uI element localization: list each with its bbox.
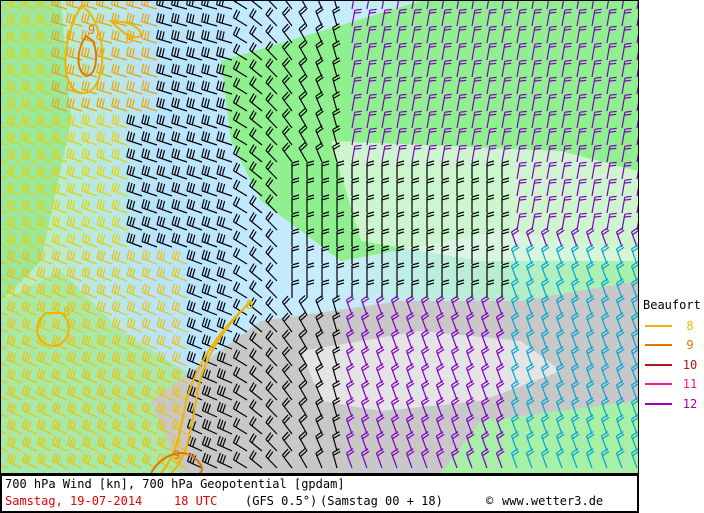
legend-label: 12 — [682, 396, 698, 411]
time-text: 18 UTC — [174, 494, 218, 508]
legend-swatch — [645, 402, 672, 405]
map-title: 700 hPa Wind [kn], 700 hPa Geopotential … — [5, 477, 345, 491]
legend-swatch — [645, 344, 672, 347]
legend-title: Beaufort — [643, 298, 701, 312]
legend-swatch — [645, 383, 672, 386]
legend-swatch — [645, 324, 672, 327]
legend-item: 8 — [641, 316, 704, 336]
legend-item: 9 — [641, 336, 704, 356]
contour-label: 8 — [126, 32, 133, 46]
contour-label: 8 — [63, 305, 70, 319]
contour-label: 9 — [173, 448, 180, 462]
caption-panel: 700 hPa Wind [kn], 700 hPa Geopotential … — [0, 474, 639, 513]
legend-label: 11 — [682, 377, 698, 392]
site-link[interactable]: www.wetter3.de — [502, 494, 603, 508]
legend-item: 10 — [641, 355, 704, 375]
copyright-icon: © — [486, 494, 494, 508]
legend-label: 9 — [686, 338, 694, 353]
wind-map: 9 8 8 8 9 — [0, 0, 639, 474]
contour-label: 8 — [246, 298, 253, 312]
model-text: (GFS 0.5°) — [245, 494, 318, 508]
legend-item: 12 — [641, 394, 704, 414]
legend-swatch — [645, 363, 672, 366]
legend-label: 8 — [686, 318, 694, 333]
wind-barb-layer: 9 8 8 8 9 — [1, 1, 638, 473]
beaufort-legend: Beaufort 8 9 10 11 12 — [641, 298, 704, 414]
contour-label: 9 — [88, 23, 95, 37]
legend-item: 11 — [641, 375, 704, 395]
date-text: Samstag, 19-07-2014 — [5, 494, 143, 508]
legend-label: 10 — [682, 357, 698, 372]
run-text: (Samstag 00 + 18) — [320, 494, 443, 508]
